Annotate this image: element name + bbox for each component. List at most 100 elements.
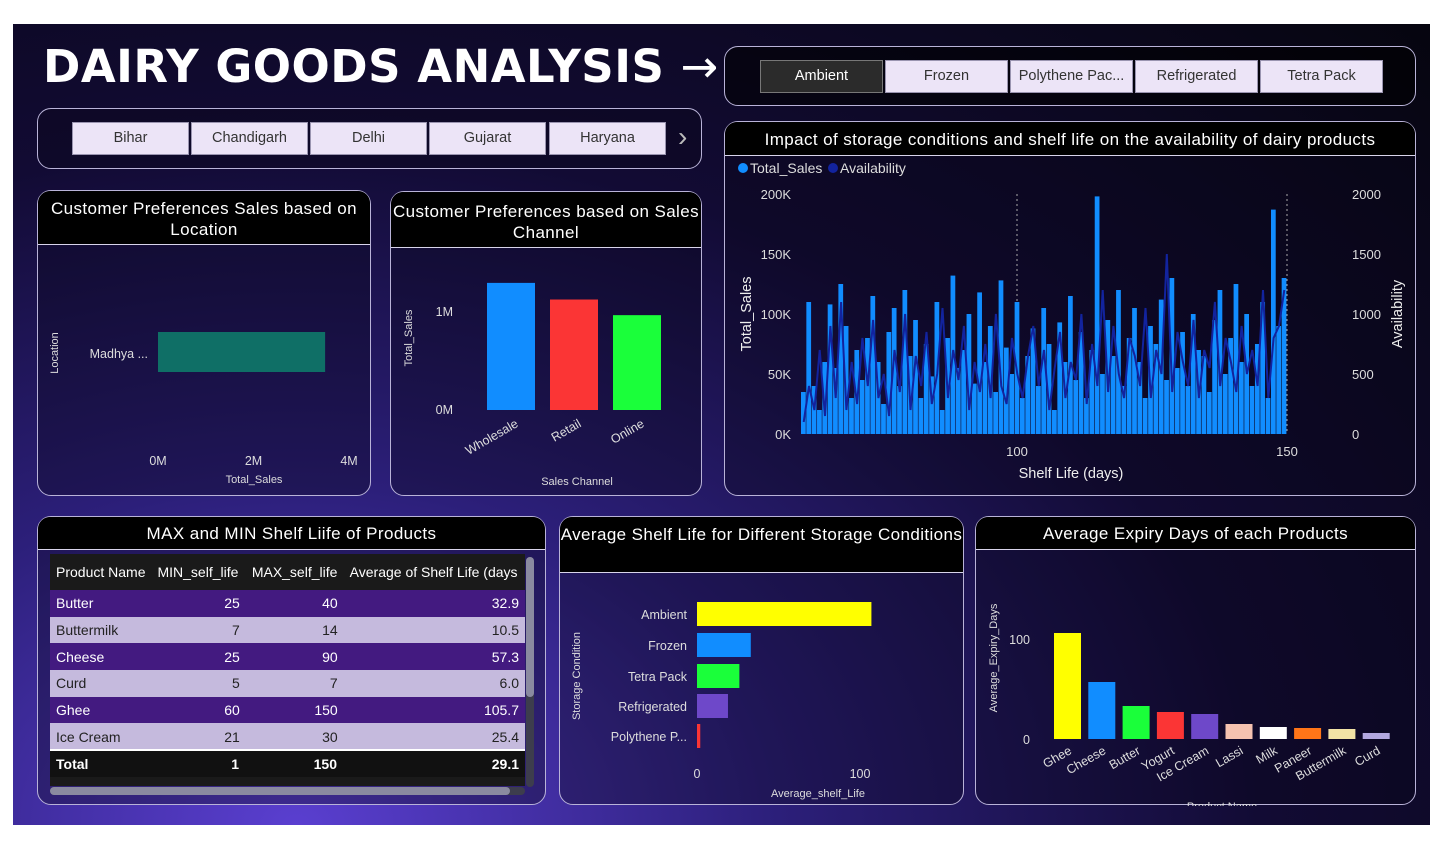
sales-bar bbox=[902, 290, 908, 434]
expiry-chart-title: Average Expiry Days of each Products bbox=[976, 517, 1415, 550]
table-cell: 5 bbox=[232, 675, 240, 692]
table-cell: 7 bbox=[232, 622, 240, 639]
shelf-table: Product Name MIN_self_life MAX_self_life Av… bbox=[50, 554, 525, 751]
y-axis-title: Total_Sales bbox=[739, 277, 755, 352]
bar-0 bbox=[158, 332, 326, 372]
storage-option-polythene-pac[interactable]: Polythene Pac... bbox=[1010, 60, 1133, 93]
bar-ghee bbox=[1054, 633, 1081, 739]
sales-bar bbox=[1035, 386, 1041, 434]
storage-option-refrigerated[interactable]: Refrigerated bbox=[1135, 60, 1258, 93]
bar-2 bbox=[697, 664, 740, 688]
storage-option-ambient[interactable]: Ambient bbox=[760, 60, 883, 93]
x-axis-title: Sales Channel bbox=[541, 476, 613, 488]
storage-option-tetra-pack[interactable]: Tetra Pack bbox=[1260, 60, 1383, 93]
bar-curd bbox=[1362, 733, 1390, 739]
page-title: DAIRY GOODS ANALYSIS → bbox=[43, 40, 719, 93]
table-row[interactable]: Buttermilk 7 14 10.5 bbox=[50, 616, 525, 644]
sales-bar bbox=[881, 404, 886, 434]
bar-yogurt bbox=[1156, 712, 1184, 739]
y-axis-title: Storage Condition bbox=[571, 632, 583, 720]
category-label: Frozen bbox=[648, 639, 687, 653]
y-axis-title: Location bbox=[49, 332, 61, 374]
sales-bar bbox=[982, 362, 988, 434]
table-cell: 10.5 bbox=[491, 622, 519, 639]
table-cell: 7 bbox=[329, 675, 338, 692]
storage-option-frozen[interactable]: Frozen bbox=[885, 60, 1008, 93]
x-tick-label: 0 bbox=[694, 767, 701, 781]
table-cell: Ghee bbox=[56, 702, 91, 719]
sales-bar bbox=[1009, 374, 1015, 434]
legend-label-availability: Availability bbox=[840, 160, 906, 176]
x-tick-label: 4M bbox=[340, 454, 357, 468]
category-label: Madhya ... bbox=[90, 347, 148, 361]
sales-bar bbox=[1233, 284, 1239, 434]
location-option-gujarat[interactable]: Gujarat bbox=[429, 122, 546, 155]
table-cell: 14 bbox=[322, 622, 338, 639]
table-row[interactable]: Ghee 60 150 105.7 bbox=[50, 696, 525, 724]
legend-marker-availability bbox=[828, 163, 838, 173]
sales-bar bbox=[977, 292, 982, 434]
sales-bar bbox=[971, 383, 977, 434]
table-header-row: Product Name MIN_self_life MAX_self_life Av… bbox=[50, 554, 525, 590]
sales-bar bbox=[1265, 398, 1271, 434]
dashboard-canvas: DAIRY GOODS ANALYSIS → Ambient Frozen Poly… bbox=[13, 24, 1430, 825]
table-row[interactable]: Curd 5 7 6.0 bbox=[50, 670, 525, 697]
sales-bar bbox=[918, 398, 924, 434]
location-option-delhi[interactable]: Delhi bbox=[310, 122, 427, 155]
y2-tick-label: 500 bbox=[1352, 367, 1374, 382]
sales-bar bbox=[1094, 196, 1100, 434]
avg-shelf-storage-panel: Average Shelf Life for Different Storage… bbox=[559, 516, 964, 805]
sales-bar bbox=[1073, 380, 1079, 434]
table-cell: 25 bbox=[224, 648, 240, 665]
bar-1 bbox=[697, 633, 751, 657]
legend-label-total-sales: Total_Sales bbox=[750, 160, 822, 176]
x-tick-label: Retail bbox=[549, 416, 584, 444]
y2-axis-title: Availability bbox=[1390, 279, 1406, 348]
horizontal-scrollbar[interactable] bbox=[50, 787, 525, 795]
table-header-cell[interactable]: Average of Shelf Life (days bbox=[344, 554, 525, 590]
vertical-scrollbar[interactable] bbox=[526, 557, 534, 787]
x-tick-label: 0M bbox=[149, 454, 166, 468]
category-label: Polythene P... bbox=[611, 730, 687, 744]
table-cell: 60 bbox=[224, 702, 240, 719]
table-row[interactable]: Butter 25 40 32.9 bbox=[50, 590, 525, 617]
table-cell: 25.4 bbox=[491, 728, 519, 745]
y2-tick-label: 0 bbox=[1352, 427, 1359, 442]
table-cell: 105.7 bbox=[483, 702, 519, 719]
channel-chart-panel: Customer Preferences based on Sales Chan… bbox=[390, 191, 702, 496]
storage-impact-panel: Impact of storage conditions and shelf l… bbox=[724, 121, 1416, 496]
shelf-table-container: Product Name MIN_self_life MAX_self_life Av… bbox=[50, 554, 525, 786]
y-tick-label: 0M bbox=[436, 403, 453, 417]
table-header-cell[interactable]: MIN_self_life bbox=[151, 554, 245, 590]
location-option-haryana[interactable]: Haryana bbox=[549, 122, 666, 155]
legend-marker-total-sales bbox=[738, 163, 748, 173]
table-header-cell[interactable]: MAX_self_life bbox=[246, 554, 344, 590]
bar-online bbox=[613, 315, 661, 410]
x-axis-title: Total_Sales bbox=[226, 474, 283, 486]
table-row[interactable]: Cheese 25 90 57.3 bbox=[50, 643, 525, 671]
sales-bar bbox=[806, 302, 812, 434]
channel-chart: Wholesale Retail Online 0M 1M Sales Channel To… bbox=[403, 282, 661, 488]
category-label: Refrigerated bbox=[618, 700, 687, 714]
table-cell: 30 bbox=[322, 728, 338, 745]
channel-chart-title: Customer Preferences based on Sales Chan… bbox=[391, 192, 701, 248]
bar-cheese bbox=[1088, 682, 1116, 739]
expiry-chart: GheeCheeseButterYogurtIce Cream Lassi Milk… bbox=[988, 603, 1390, 806]
location-slicer-panel: Bihar Chandigarh Delhi Gujarat Haryana › bbox=[37, 108, 702, 169]
sales-bar bbox=[849, 398, 854, 434]
location-option-bihar[interactable]: Bihar bbox=[72, 122, 189, 155]
bar-lassi bbox=[1225, 724, 1253, 739]
y-tick-label: 150K bbox=[761, 247, 792, 262]
shelf-table-title: MAX and MIN Shelf Liife of Products bbox=[38, 517, 545, 550]
next-arrow-icon[interactable]: › bbox=[678, 121, 687, 153]
storage-impact-chart: Total_Sales Availability 0K 50K 100K 150K 200K… bbox=[738, 160, 1406, 482]
table-cell: Ice Cream bbox=[56, 728, 121, 745]
x-tick-label: Wholesale bbox=[463, 416, 521, 457]
table-row[interactable]: Ice Cream 21 30 25.4 bbox=[50, 723, 525, 751]
location-option-chandigarh[interactable]: Chandigarh bbox=[191, 122, 308, 155]
arrow-right-icon[interactable]: → bbox=[681, 40, 719, 93]
table-header-cell[interactable]: Product Name bbox=[50, 554, 151, 590]
sales-bar bbox=[1052, 410, 1057, 434]
bar-paneer bbox=[1294, 728, 1322, 739]
y-tick-label: 1M bbox=[436, 305, 453, 319]
